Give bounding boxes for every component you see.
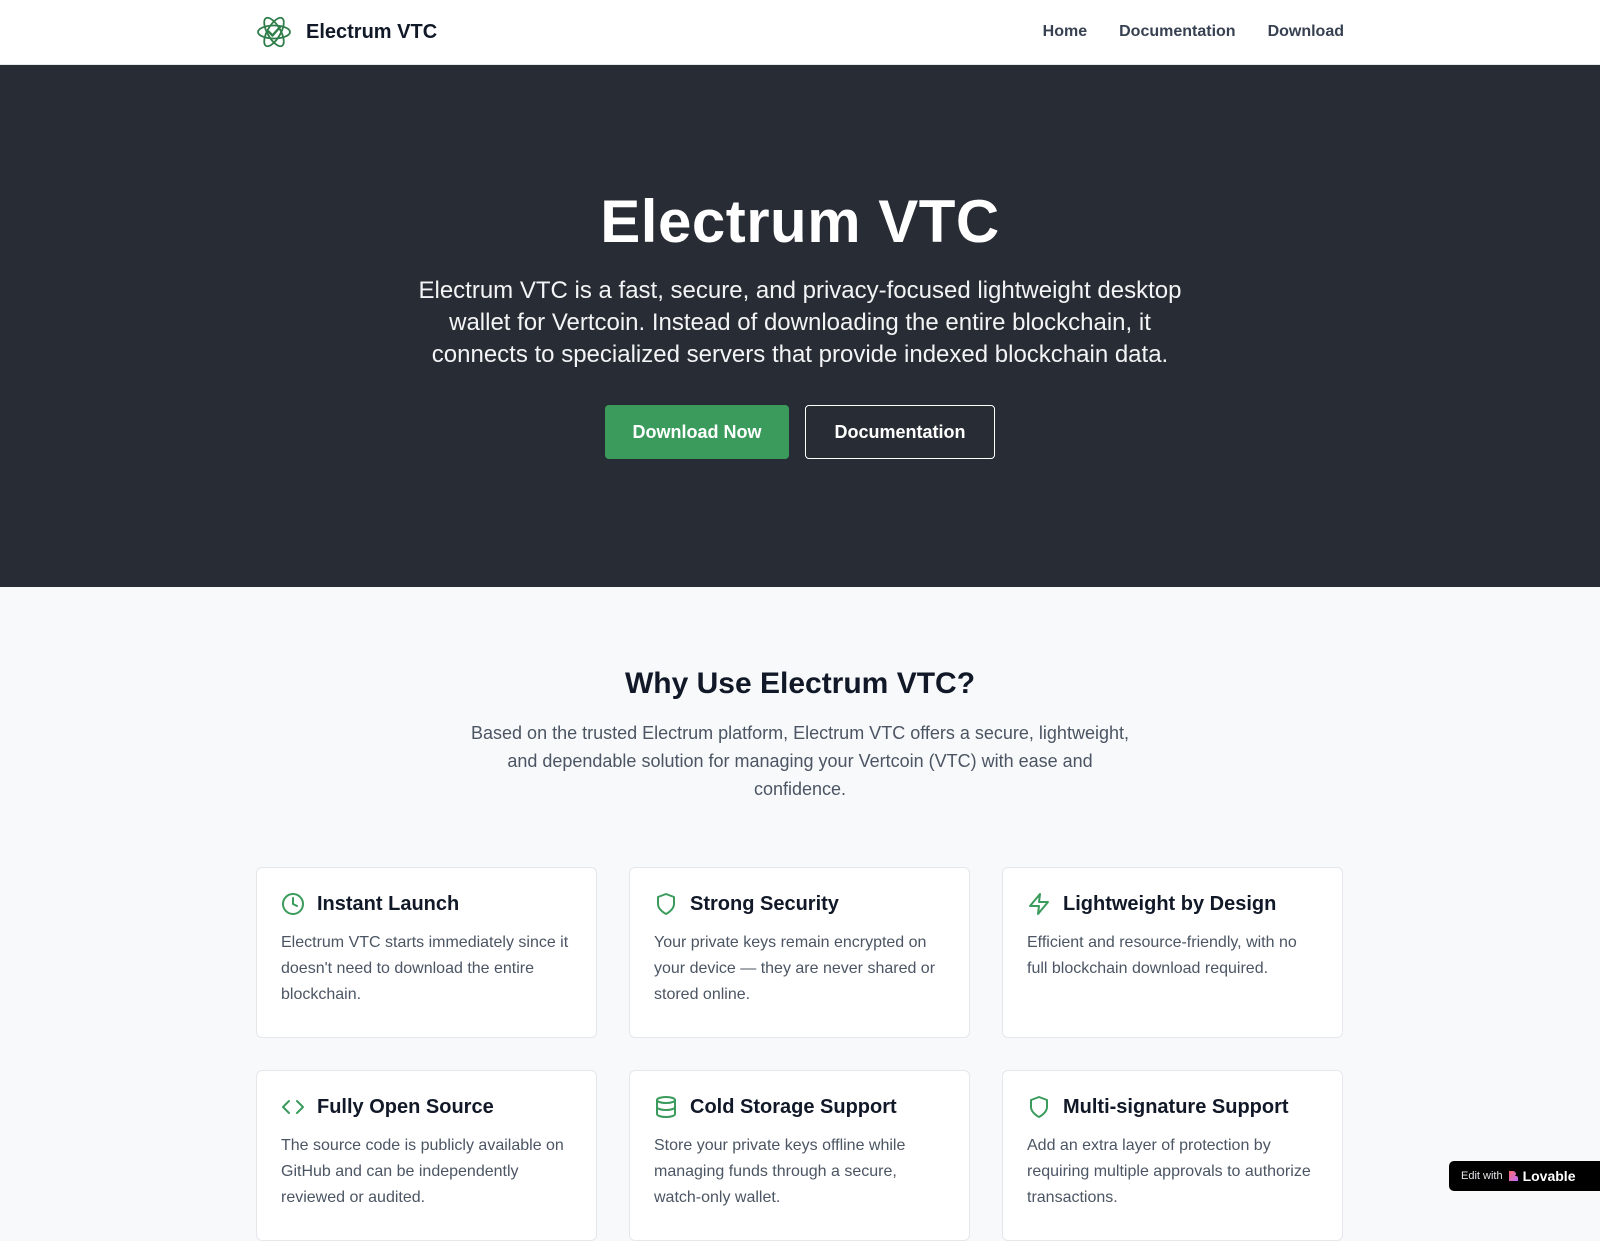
feature-text: Store your private keys offline while ma… xyxy=(654,1137,906,1206)
feature-card-open-source: Fully Open Source The source code is pub… xyxy=(256,1070,597,1241)
feature-card-cold-storage: Cold Storage Support Store your private … xyxy=(629,1070,970,1241)
lovable-heart-icon xyxy=(1507,1170,1519,1182)
shield-icon xyxy=(1027,1095,1051,1119)
feature-text: Add an extra layer of protection by requ… xyxy=(1027,1137,1311,1206)
lightning-icon xyxy=(1027,892,1051,916)
nav-home-link[interactable]: Home xyxy=(1043,23,1087,41)
feature-text: Electrum VTC starts immediately since it… xyxy=(281,934,569,1003)
features-title: Why Use Electrum VTC? xyxy=(624,667,976,700)
main-nav: Home Documentation Download xyxy=(1043,23,1344,41)
feature-card-strong-security: Strong Security Your private keys remain… xyxy=(629,867,970,1038)
feature-card-multisig: Multi-signature Support Add an extra lay… xyxy=(1002,1070,1343,1241)
brand-name: Electrum VTC xyxy=(306,20,438,43)
feature-text: Efficient and resource-friendly, with no… xyxy=(1027,934,1297,977)
features-description: Based on the trusted Electrum platform, … xyxy=(471,723,1129,799)
edit-with-lovable-badge[interactable]: Edit with Lovable ✕ xyxy=(1449,1161,1600,1191)
feature-title: Multi-signature Support xyxy=(1063,1095,1289,1118)
documentation-button[interactable]: Documentation xyxy=(805,405,995,459)
feature-text: Your private keys remain encrypted on yo… xyxy=(654,934,936,1003)
atom-check-logo-icon xyxy=(256,14,292,50)
hero-section: Electrum VTC Electrum VTC is a fast, sec… xyxy=(0,65,1600,587)
feature-title: Lightweight by Design xyxy=(1063,892,1277,915)
features-grid: Instant Launch Electrum VTC starts immed… xyxy=(256,867,1344,1241)
badge-name: Lovable xyxy=(1522,1168,1576,1184)
hero-title: Electrum VTC xyxy=(600,188,1000,255)
clock-icon xyxy=(281,892,305,916)
feature-title: Strong Security xyxy=(690,892,839,915)
database-icon xyxy=(654,1095,678,1119)
feature-card-lightweight: Lightweight by Design Efficient and reso… xyxy=(1002,867,1343,1038)
code-icon xyxy=(281,1095,305,1119)
download-now-button[interactable]: Download Now xyxy=(605,405,789,459)
site-header: Electrum VTC Home Documentation Download xyxy=(0,0,1600,65)
feature-title: Instant Launch xyxy=(317,892,460,915)
hero-buttons: Download Now Documentation xyxy=(0,405,1600,459)
feature-title: Fully Open Source xyxy=(317,1095,494,1118)
feature-title: Cold Storage Support xyxy=(690,1095,897,1118)
badge-edit-text: Edit with xyxy=(1461,1170,1503,1182)
brand-link[interactable]: Electrum VTC xyxy=(256,14,437,50)
nav-documentation-link[interactable]: Documentation xyxy=(1119,23,1235,41)
header-inner: Electrum VTC Home Documentation Download xyxy=(256,0,1344,64)
shield-icon xyxy=(654,892,678,916)
nav-download-link[interactable]: Download xyxy=(1268,23,1344,41)
feature-text: The source code is publicly available on… xyxy=(281,1137,564,1206)
feature-card-instant-launch: Instant Launch Electrum VTC starts immed… xyxy=(256,867,597,1038)
features-section: Why Use Electrum VTC? Based on the trust… xyxy=(0,587,1600,1241)
hero-description: Electrum VTC is a fast, secure, and priv… xyxy=(418,277,1182,368)
